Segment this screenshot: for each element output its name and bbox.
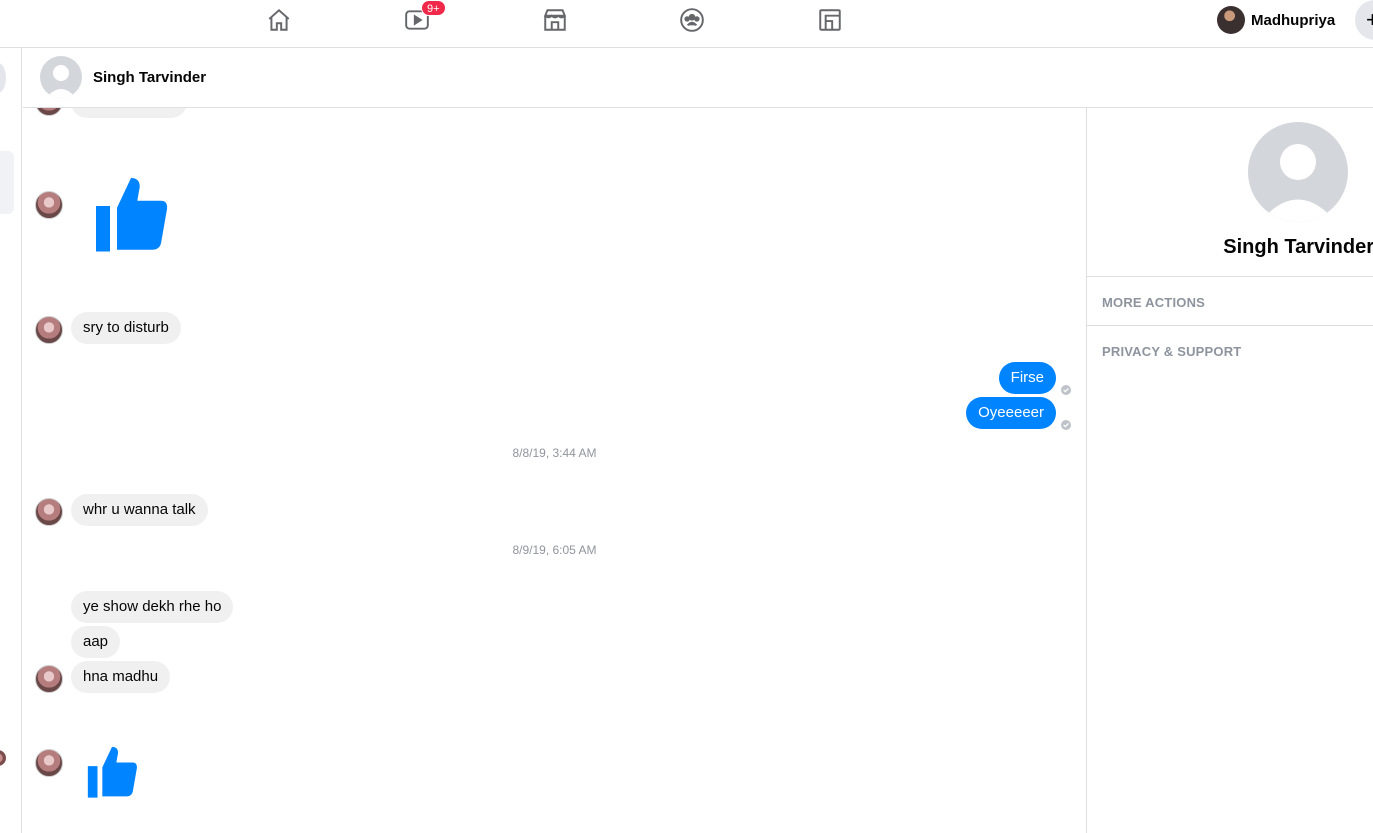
top-navigation-bar: 9+ Madhupriya + — [0, 0, 1373, 48]
conversation-header: Singh Tarvinder — [23, 48, 1373, 108]
contact-avatar — [35, 191, 63, 219]
like-thumbs-up-icon — [83, 741, 141, 806]
contact-avatar — [35, 749, 63, 777]
message-bubble[interactable]: whr u wanna talk — [71, 494, 208, 526]
sent-message-bubble[interactable]: Oyeeeeer — [966, 397, 1056, 429]
watch-notification-badge: 9+ — [421, 0, 446, 16]
divider — [1087, 325, 1373, 326]
delivered-check-icon — [1061, 420, 1071, 430]
active-conversation-indicator[interactable] — [0, 151, 14, 214]
search-button[interactable] — [0, 63, 6, 93]
like-thumbs-up-icon — [89, 170, 173, 261]
more-actions-section[interactable]: MORE ACTIONS — [1102, 295, 1205, 310]
message-bubble[interactable]: hna madhu — [71, 661, 171, 693]
message-bubble[interactable]: ye show dekh rhe ho — [71, 591, 234, 623]
profile-shortcut[interactable]: Madhupriya — [1217, 6, 1335, 34]
groups-icon[interactable] — [678, 6, 706, 34]
divider — [1087, 276, 1373, 277]
profile-name: Madhupriya — [1251, 11, 1336, 29]
contact-profile-picture[interactable] — [1248, 122, 1348, 222]
message-bubble[interactable]: aap — [71, 626, 121, 658]
conversation-info-panel: Singh Tarvinder MORE ACTIONS PRIVACY & S… — [1086, 108, 1373, 833]
sent-message-bubble[interactable]: Firse — [998, 362, 1056, 394]
marketplace-icon[interactable] — [541, 6, 569, 34]
thread-timestamp: 8/8/19, 3:44 AM — [512, 446, 597, 460]
create-button[interactable]: + — [1355, 0, 1373, 40]
contact-name[interactable]: Singh Tarvinder — [93, 69, 206, 86]
home-icon[interactable] — [265, 6, 293, 34]
left-sidebar — [0, 48, 22, 833]
plus-icon: + — [1366, 7, 1373, 32]
message-thread[interactable]: sry to disturb Firse Oyeeeeer 8/8/19, 3:… — [23, 48, 1086, 833]
delivered-check-icon — [1061, 385, 1071, 395]
contact-name-large[interactable]: Singh Tarvinder — [1087, 236, 1373, 259]
gaming-icon[interactable] — [816, 6, 844, 34]
contact-avatar — [35, 316, 63, 344]
avatar — [1217, 6, 1245, 34]
message-bubble[interactable]: sry to disturb — [71, 312, 181, 344]
contact-avatar — [35, 498, 63, 526]
contact-avatar — [35, 665, 63, 693]
conversation-avatar[interactable] — [0, 750, 6, 766]
contact-avatar[interactable] — [40, 56, 82, 98]
thread-timestamp: 8/9/19, 6:05 AM — [512, 543, 597, 557]
privacy-support-section[interactable]: PRIVACY & SUPPORT — [1102, 344, 1241, 359]
